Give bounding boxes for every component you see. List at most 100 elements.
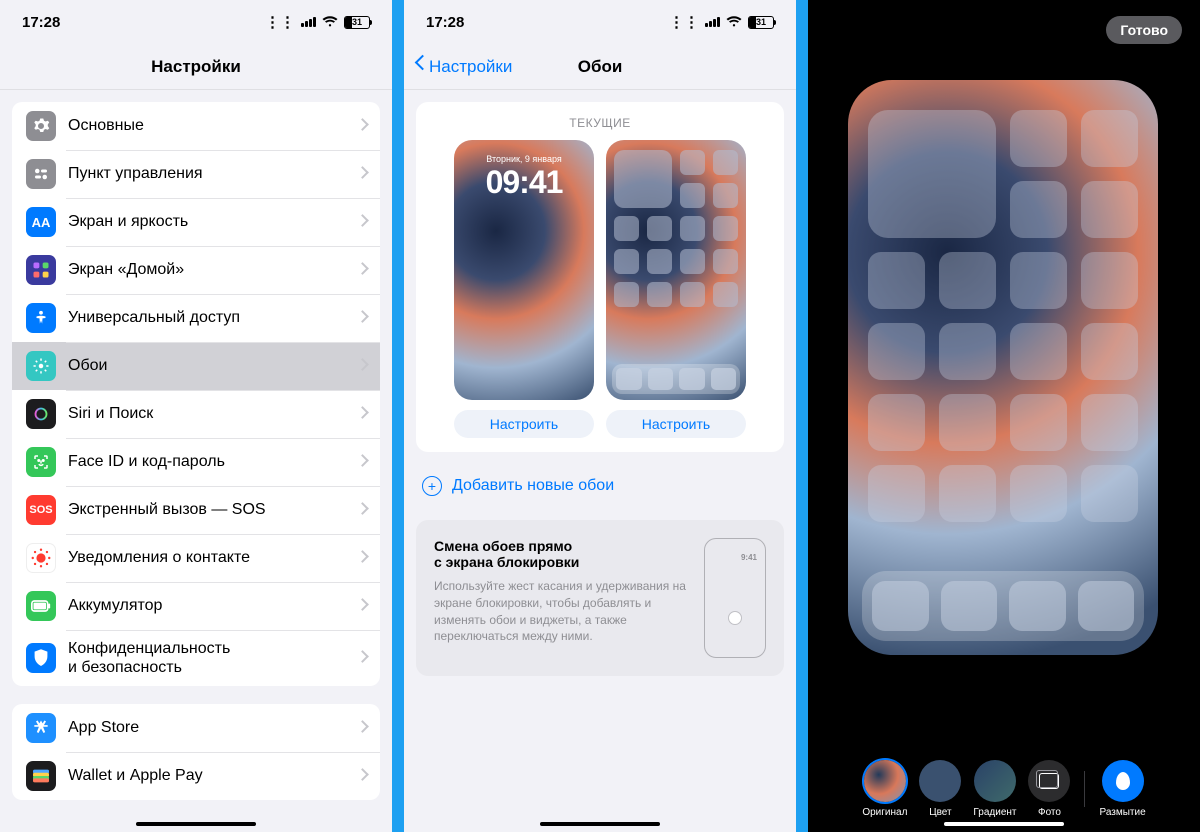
- settings-row-display[interactable]: AA Экран и яркость: [12, 198, 380, 246]
- customize-home-button[interactable]: Настроить: [606, 410, 746, 438]
- settings-row-wallet[interactable]: Wallet и Apple Pay: [12, 752, 380, 800]
- row-label: Экран и яркость: [68, 213, 358, 231]
- row-label: Face ID и код-пароль: [68, 453, 358, 471]
- toolbar-color-button[interactable]: [919, 760, 961, 802]
- navbar: Настройки Обои: [404, 44, 796, 90]
- toolbar-photo-button[interactable]: [1028, 760, 1070, 802]
- battery-icon: 31: [748, 16, 774, 29]
- plus-circle-icon: +: [422, 476, 442, 496]
- siri-icon: [26, 399, 56, 429]
- status-bar: 17:28 ⋮⋮ 31: [0, 0, 392, 44]
- status-time: 17:28: [426, 14, 464, 31]
- appstore-icon: [26, 713, 56, 743]
- settings-row-wall[interactable]: Обои: [12, 342, 380, 390]
- row-label: Основные: [68, 117, 358, 135]
- row-label: Пункт управления: [68, 165, 358, 183]
- settings-row-access[interactable]: Универсальный доступ: [12, 294, 380, 342]
- chevron-right-icon: [358, 504, 366, 516]
- settings-row-sos[interactable]: SOS Экстренный вызов — SOS: [12, 486, 380, 534]
- settings-row-appstore[interactable]: App Store: [12, 704, 380, 752]
- page-title: Настройки: [151, 57, 241, 77]
- wifi-icon: [322, 16, 338, 28]
- row-label: Обои: [68, 357, 358, 375]
- home-wallpaper-preview[interactable]: [848, 80, 1158, 655]
- chevron-right-icon: [358, 456, 366, 468]
- toolbar-label: Размытие: [1099, 807, 1145, 818]
- settings-row-siri[interactable]: Siri и Поиск: [12, 390, 380, 438]
- toolbar-separator: [1084, 771, 1085, 807]
- row-label: Экран «Домой»: [68, 261, 358, 279]
- tip-card: Смена обоев прямо с экрана блокировки Ис…: [416, 520, 784, 676]
- settings-row-privacy[interactable]: Конфиденциальность и безопасность: [12, 630, 380, 686]
- wifi-icon: [726, 16, 742, 28]
- navbar: Настройки: [0, 44, 392, 90]
- row-label: App Store: [68, 719, 358, 737]
- editor-toolbar: Оригинал Цвет Градиент Фото Размытие: [808, 760, 1200, 818]
- row-label: Wallet и Apple Pay: [68, 767, 358, 785]
- chevron-left-icon: [414, 57, 426, 77]
- exposure-icon: [26, 543, 56, 573]
- settings-row-exposure[interactable]: Уведомления о контакте: [12, 534, 380, 582]
- customize-lock-button[interactable]: Настроить: [454, 410, 594, 438]
- tip-title: Смена обоев прямо с экрана блокировки: [434, 538, 690, 570]
- row-label: Универсальный доступ: [68, 309, 358, 327]
- toolbar-label: Цвет: [929, 807, 951, 818]
- wallpaper-editor-screen: Готово Оригинал Цвет Градиент Фото Размы…: [808, 0, 1200, 832]
- chevron-right-icon: [358, 120, 366, 132]
- access-icon: [26, 303, 56, 333]
- tip-graphic: 9:41: [704, 538, 766, 658]
- settings-row-battery[interactable]: Аккумулятор: [12, 582, 380, 630]
- home-screen-preview[interactable]: Настроить: [606, 140, 746, 438]
- caption-current: ТЕКУЩИЕ: [430, 116, 770, 130]
- home-indicator[interactable]: [136, 822, 256, 826]
- row-label: Уведомления о контакте: [68, 549, 358, 567]
- battery-icon: [26, 591, 56, 621]
- toolbar-gradient-button[interactable]: [974, 760, 1016, 802]
- display-icon: AA: [26, 207, 56, 237]
- toolbar-original-button[interactable]: [864, 760, 906, 802]
- add-wallpaper-button[interactable]: + Добавить новые обои: [404, 464, 796, 508]
- toolbar-label: Градиент: [973, 807, 1016, 818]
- chevron-right-icon: [358, 264, 366, 276]
- lock-time: 09:41: [454, 164, 594, 201]
- settings-row-home[interactable]: Экран «Домой»: [12, 246, 380, 294]
- chevron-right-icon: [358, 408, 366, 420]
- toolbar-label: Фото: [1038, 807, 1061, 818]
- settings-row-control[interactable]: Пункт управления: [12, 150, 380, 198]
- drop-icon: [1116, 772, 1130, 790]
- settings-list[interactable]: Основные Пункт управления AA Экран и ярк…: [0, 90, 392, 832]
- control-icon: [26, 159, 56, 189]
- current-wallpaper-card: ТЕКУЩИЕ Вторник, 9 января 09:41 Настроит…: [416, 102, 784, 452]
- chevron-right-icon: [358, 312, 366, 324]
- row-label: Экстренный вызов — SOS: [68, 501, 358, 519]
- chevron-right-icon: [358, 652, 366, 664]
- settings-row-general[interactable]: Основные: [12, 102, 380, 150]
- row-label: Конфиденциальность и безопасность: [68, 639, 358, 677]
- toolbar-blur-button[interactable]: [1102, 760, 1144, 802]
- chevron-right-icon: [358, 216, 366, 228]
- wallpaper-screen: 17:28 ⋮⋮ 31 Настройки Обои ТЕКУЩИЕ: [404, 0, 796, 832]
- tip-body: Используйте жест касания и удерживания н…: [434, 578, 690, 645]
- face-icon: [26, 447, 56, 477]
- cell-bars-icon: [705, 17, 720, 27]
- wall-icon: [26, 351, 56, 381]
- cell-bars-icon: [301, 17, 316, 27]
- settings-screen: 17:28 ⋮⋮ 31 Настройки Основные Пункт упр…: [0, 0, 392, 832]
- wallet-icon: [26, 761, 56, 791]
- done-button[interactable]: Готово: [1106, 16, 1182, 44]
- status-time: 17:28: [22, 14, 60, 31]
- home-indicator[interactable]: [944, 822, 1064, 826]
- sos-icon: SOS: [26, 495, 56, 525]
- lock-screen-preview[interactable]: Вторник, 9 января 09:41 Настроить: [454, 140, 594, 438]
- page-title: Обои: [578, 57, 623, 77]
- back-button[interactable]: Настройки: [414, 57, 512, 77]
- signal-icon: ⋮⋮: [265, 13, 295, 31]
- general-icon: [26, 111, 56, 141]
- home-indicator[interactable]: [540, 822, 660, 826]
- row-label: Аккумулятор: [68, 597, 358, 615]
- privacy-icon: [26, 643, 56, 673]
- chevron-right-icon: [358, 770, 366, 782]
- settings-row-face[interactable]: Face ID и код-пароль: [12, 438, 380, 486]
- lock-date: Вторник, 9 января: [454, 154, 594, 164]
- chevron-right-icon: [358, 722, 366, 734]
